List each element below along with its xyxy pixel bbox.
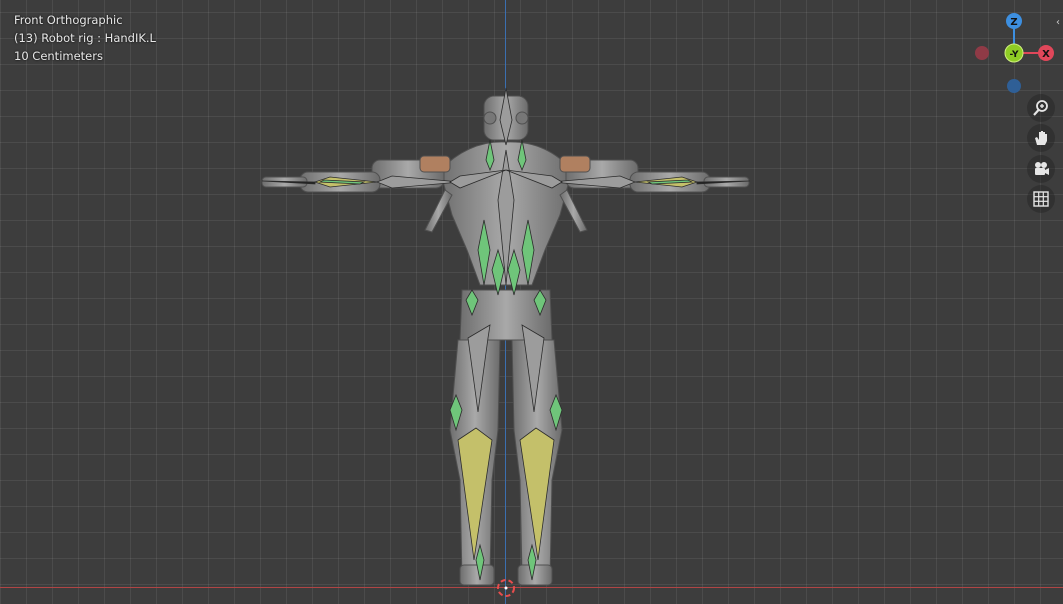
robot-rig-model[interactable] (0, 0, 1063, 604)
camera-icon (1035, 162, 1049, 175)
gizmo-z-handle[interactable]: Z (1006, 13, 1022, 29)
navigation-gizmo[interactable]: Z X -Y (972, 10, 1062, 94)
svg-text:X: X (1042, 49, 1050, 60)
gizmo-neg-x-handle[interactable] (975, 46, 989, 60)
svg-text:Z: Z (1010, 17, 1017, 28)
grid-scale-label: 10 Centimeters (14, 49, 103, 63)
toggle-projection-button[interactable] (1027, 185, 1055, 213)
gizmo-neg-y-handle[interactable]: -Y (1004, 43, 1024, 63)
3d-viewport[interactable]: Front Orthographic (13) Robot rig : Hand… (0, 0, 1063, 604)
camera-view-button[interactable] (1027, 155, 1055, 183)
hand-pan-icon (1035, 131, 1047, 145)
grid-icon (1033, 191, 1049, 207)
zoom-view-button[interactable] (1027, 94, 1055, 122)
zoom-icon (1033, 100, 1048, 116)
view-name-label: Front Orthographic (14, 13, 123, 27)
gizmo-x-handle[interactable]: X (1038, 45, 1054, 61)
gizmo-neg-z-handle[interactable] (1007, 79, 1021, 93)
viewport-info-overlay: Front Orthographic (13) Robot rig : Hand… (14, 11, 156, 65)
3d-cursor-icon[interactable] (494, 576, 518, 600)
svg-text:-Y: -Y (1010, 50, 1019, 60)
pan-view-button[interactable] (1027, 124, 1055, 152)
sidebar-toggle-arrow-icon[interactable]: ‹ (1056, 17, 1060, 28)
active-object-label: (13) Robot rig : HandIK.L (14, 31, 156, 45)
